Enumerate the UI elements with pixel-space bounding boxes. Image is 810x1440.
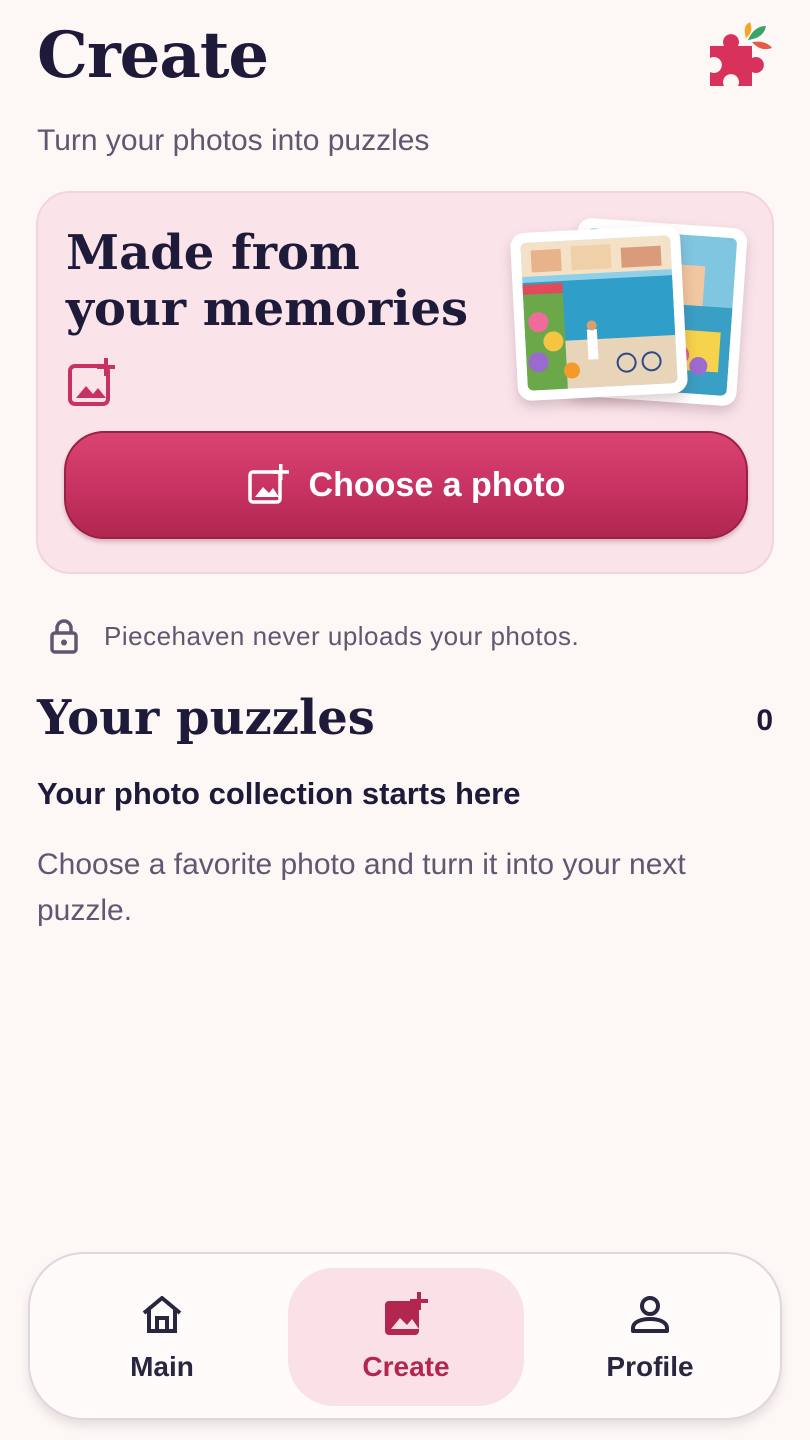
puzzle-count: 0 xyxy=(756,704,773,737)
home-icon xyxy=(138,1291,186,1339)
puzzle-piece-logo-icon xyxy=(700,22,776,90)
nav-item-create[interactable]: Create xyxy=(288,1268,524,1406)
sample-photo-front xyxy=(509,224,689,402)
page-title: Create xyxy=(37,18,269,93)
hero-card: Made from your memories Choose a photo xyxy=(36,191,774,574)
add-photo-icon xyxy=(382,1291,430,1339)
nav-item-profile[interactable]: Profile xyxy=(532,1268,768,1406)
empty-state-body: Choose a favorite photo and turn it into… xyxy=(37,848,686,927)
nav-label-create: Create xyxy=(362,1351,450,1382)
nav-label-profile: Profile xyxy=(606,1351,694,1382)
section-title: Your puzzles xyxy=(37,690,375,746)
add-photo-icon xyxy=(247,463,291,507)
privacy-text: Piecehaven never uploads your photos. xyxy=(104,620,580,651)
page-subtitle: Turn your photos into puzzles xyxy=(37,124,430,157)
bottom-nav: Main Create Profile xyxy=(28,1252,782,1420)
empty-state-heading: Your photo collection starts here xyxy=(37,776,521,811)
add-photo-icon xyxy=(66,356,120,410)
nav-item-main[interactable]: Main xyxy=(44,1268,280,1406)
choose-photo-button[interactable]: Choose a photo xyxy=(64,431,748,539)
privacy-note: Piecehaven never uploads your photos. xyxy=(48,616,579,656)
hero-title: Made from your memories xyxy=(66,225,469,337)
choose-photo-label: Choose a photo xyxy=(308,465,566,504)
sample-photo-stack xyxy=(502,215,752,415)
nav-label-main: Main xyxy=(130,1351,194,1382)
person-icon xyxy=(626,1291,674,1339)
lock-icon xyxy=(48,618,80,654)
